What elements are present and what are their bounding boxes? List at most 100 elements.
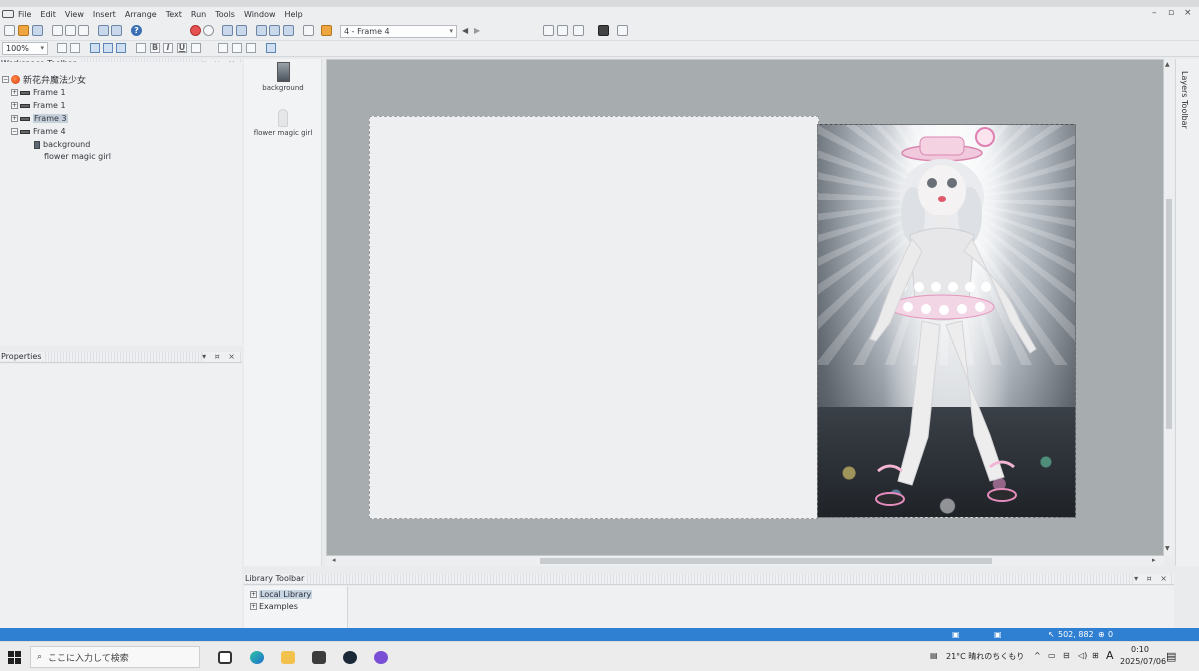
menu-window[interactable]: Window xyxy=(244,10,276,19)
group-icon[interactable] xyxy=(90,43,100,53)
collapse-icon[interactable]: − xyxy=(2,76,9,83)
panel-controls-icon[interactable]: ▾ ¤ × xyxy=(1134,574,1170,584)
tree-frame-row[interactable]: + Frame 1 xyxy=(11,100,66,111)
expand-icon[interactable]: + xyxy=(250,591,257,598)
copy-icon[interactable] xyxy=(65,25,76,36)
task-view-icon[interactable] xyxy=(218,651,232,664)
clock-date[interactable]: 2025/07/06 xyxy=(1120,657,1166,666)
scroll-right-icon[interactable]: ▸ xyxy=(1152,556,1156,564)
vertical-scrollbar[interactable]: ▲ ▼ xyxy=(1164,59,1174,556)
open-file-icon[interactable] xyxy=(18,25,29,36)
paste-icon[interactable] xyxy=(78,25,89,36)
notification-icon[interactable]: ▤ xyxy=(1166,650,1176,663)
horizontal-scroll-thumb[interactable] xyxy=(540,558,992,564)
menu-tools[interactable]: Tools xyxy=(215,10,235,19)
help-icon[interactable]: ? xyxy=(131,25,142,36)
scroll-up-icon[interactable]: ▲ xyxy=(1165,61,1170,68)
tray-misc-icon[interactable]: ⊞ xyxy=(1092,651,1099,660)
windows-start-icon[interactable] xyxy=(8,651,21,664)
align-rows-icon[interactable] xyxy=(269,25,280,36)
font-color-icon[interactable] xyxy=(191,43,201,53)
weather-icon[interactable]: ▤ xyxy=(930,651,938,660)
collapse-icon[interactable]: − xyxy=(11,128,18,135)
next-frame-icon[interactable]: ▶ xyxy=(474,26,480,35)
layers-toolbar-tab[interactable]: Layers Toolbar xyxy=(1175,59,1199,566)
horizontal-scrollbar[interactable]: ◂ ▸ xyxy=(326,556,1164,566)
maximize-icon[interactable]: ▫ xyxy=(1168,8,1174,18)
mail-icon[interactable] xyxy=(312,651,326,664)
stop-icon[interactable] xyxy=(203,25,214,36)
frame-select[interactable]: 4 - Frame 4 ▾ xyxy=(340,25,457,38)
menu-arrange[interactable]: Arrange xyxy=(125,10,157,19)
align-right-icon[interactable] xyxy=(246,43,256,53)
view-normal-icon[interactable] xyxy=(543,25,554,36)
underline-icon[interactable]: U xyxy=(177,43,187,53)
align-left-icon[interactable] xyxy=(218,43,228,53)
distribute-icon[interactable] xyxy=(283,25,294,36)
volume-icon[interactable]: ◁) xyxy=(1078,651,1087,660)
steam-icon[interactable] xyxy=(343,651,357,664)
menu-run[interactable]: Run xyxy=(191,10,206,19)
layout-grid-icon[interactable] xyxy=(222,25,233,36)
align-cols-icon[interactable] xyxy=(256,25,267,36)
weather-text[interactable]: 21°C 晴れのちくもり xyxy=(946,651,1024,662)
export-icon[interactable] xyxy=(617,25,628,36)
menu-view[interactable]: View xyxy=(65,10,84,19)
tree-frame-row-selected[interactable]: + Frame 3 xyxy=(11,113,68,124)
scroll-down-icon[interactable]: ▼ xyxy=(1165,545,1170,552)
file-explorer-icon[interactable] xyxy=(281,651,295,664)
library-item-local[interactable]: + Local Library xyxy=(250,590,313,599)
text-style-icon[interactable] xyxy=(136,43,146,53)
tree-layer-row[interactable]: flower magic girl xyxy=(44,151,111,162)
asset-flower-magic-girl[interactable]: flower magic girl xyxy=(244,109,322,137)
table-icon[interactable] xyxy=(103,43,113,53)
play-stop-icon[interactable] xyxy=(598,25,609,36)
tree-frame-row[interactable]: + Frame 1 xyxy=(11,87,66,98)
align-center-icon[interactable] xyxy=(232,43,242,53)
prev-frame-icon[interactable]: ◀ xyxy=(462,26,468,35)
ime-indicator[interactable]: A xyxy=(1106,649,1114,662)
grid-icon[interactable] xyxy=(116,43,126,53)
menu-text[interactable]: Text xyxy=(166,10,182,19)
tray-app-icon[interactable]: ▭ xyxy=(1048,651,1056,660)
menu-insert[interactable]: Insert xyxy=(93,10,116,19)
minimize-icon[interactable]: – xyxy=(1152,8,1157,18)
library-item-examples[interactable]: + Examples xyxy=(250,602,298,611)
menu-file[interactable]: File xyxy=(18,10,31,19)
character-image[interactable] xyxy=(817,124,1076,518)
edge-browser-icon[interactable] xyxy=(250,651,264,664)
undo-icon[interactable] xyxy=(98,25,109,36)
taskbar-search[interactable]: ⌕ ここに入力して検索 xyxy=(30,646,200,668)
close-window-icon[interactable]: × xyxy=(1184,8,1192,18)
expand-icon[interactable]: + xyxy=(11,102,18,109)
tray-expand-icon[interactable]: ^ xyxy=(1034,651,1041,660)
menu-edit[interactable]: Edit xyxy=(40,10,56,19)
app-launcher-icon[interactable] xyxy=(374,651,388,664)
scroll-left-icon[interactable]: ◂ xyxy=(332,556,336,564)
tree-root[interactable]: − 新花弁魔法少女 xyxy=(2,74,86,86)
clock-time[interactable]: 0:10 xyxy=(1131,645,1149,654)
vertical-scroll-thumb[interactable] xyxy=(1166,199,1172,429)
network-icon[interactable]: ⊟ xyxy=(1063,651,1070,660)
menu-help[interactable]: Help xyxy=(285,10,303,19)
cut-icon[interactable] xyxy=(52,25,63,36)
expand-icon[interactable]: + xyxy=(11,115,18,122)
expand-icon[interactable]: + xyxy=(11,89,18,96)
record-icon[interactable] xyxy=(190,25,201,36)
redo-icon[interactable] xyxy=(111,25,122,36)
layout-split-icon[interactable] xyxy=(236,25,247,36)
expand-icon[interactable]: + xyxy=(250,603,257,610)
tree-layer-row[interactable]: background xyxy=(34,139,90,150)
hand-tool-icon[interactable] xyxy=(57,43,67,53)
book-icon[interactable] xyxy=(303,25,314,36)
view-outline-icon[interactable] xyxy=(557,25,568,36)
bold-icon[interactable]: B xyxy=(150,43,160,53)
italic-icon[interactable]: I xyxy=(163,43,173,53)
fit-to-screen-icon[interactable] xyxy=(266,43,276,53)
new-file-icon[interactable] xyxy=(4,25,15,36)
view-preview-icon[interactable] xyxy=(573,25,584,36)
tree-frame-row[interactable]: − Frame 4 xyxy=(11,126,66,137)
save-file-icon[interactable] xyxy=(32,25,43,36)
stage-canvas[interactable] xyxy=(369,116,819,519)
panel-controls-icon[interactable]: ▾ ¤ × xyxy=(202,352,238,362)
